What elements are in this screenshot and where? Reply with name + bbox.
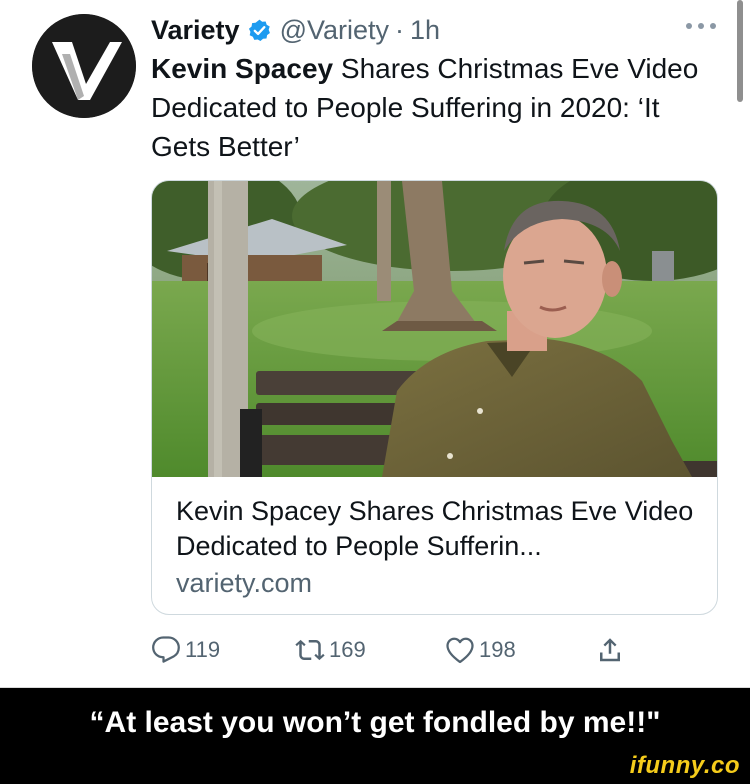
tweet-text: Kevin Spacey Shares Christmas Eve Video …: [151, 49, 711, 166]
verified-badge-icon: [247, 18, 272, 43]
card-title: Kevin Spacey Shares Christmas Eve Video …: [176, 496, 694, 561]
card-body: Kevin Spacey Shares Christmas Eve Video …: [176, 494, 696, 601]
scrollbar[interactable]: [737, 0, 743, 102]
like-count: 198: [479, 637, 516, 662]
share-button[interactable]: [595, 632, 625, 668]
more-options-icon[interactable]: [686, 14, 716, 38]
reply-count: 119: [185, 637, 221, 662]
tweet-actions: 119 169 198: [151, 632, 631, 668]
header-separator: ·: [395, 14, 405, 45]
tweet[interactable]: Variety @Variety · 1h Kevin Spacey Share…: [0, 0, 750, 688]
link-card[interactable]: Kevin Spacey Shares Christmas Eve Video …: [151, 180, 718, 615]
reply-button[interactable]: 119: [151, 632, 220, 668]
like-button[interactable]: 198: [445, 632, 516, 668]
share-icon: [595, 635, 625, 665]
card-image: [152, 181, 717, 477]
tweet-text-bold: Kevin Spacey: [151, 53, 334, 84]
retweet-button[interactable]: 169: [295, 632, 366, 668]
heart-icon: [445, 635, 475, 665]
reply-icon: [151, 635, 181, 665]
author-name[interactable]: Variety: [151, 15, 240, 46]
retweet-icon: [295, 635, 325, 665]
ifunny-watermark: ifunny.co: [629, 752, 740, 779]
retweet-count: 169: [329, 637, 366, 662]
tweet-header: Variety @Variety · 1h: [151, 12, 440, 48]
tweet-timestamp[interactable]: 1h: [410, 15, 440, 46]
variety-avatar[interactable]: [32, 14, 136, 118]
meme-caption: “At least you won’t get fondled by me!!": [89, 706, 661, 739]
author-handle[interactable]: @Variety: [280, 15, 389, 46]
meme-caption-bar: “At least you won’t get fondled by me!!"…: [0, 688, 750, 784]
card-domain: variety.com: [176, 568, 313, 598]
